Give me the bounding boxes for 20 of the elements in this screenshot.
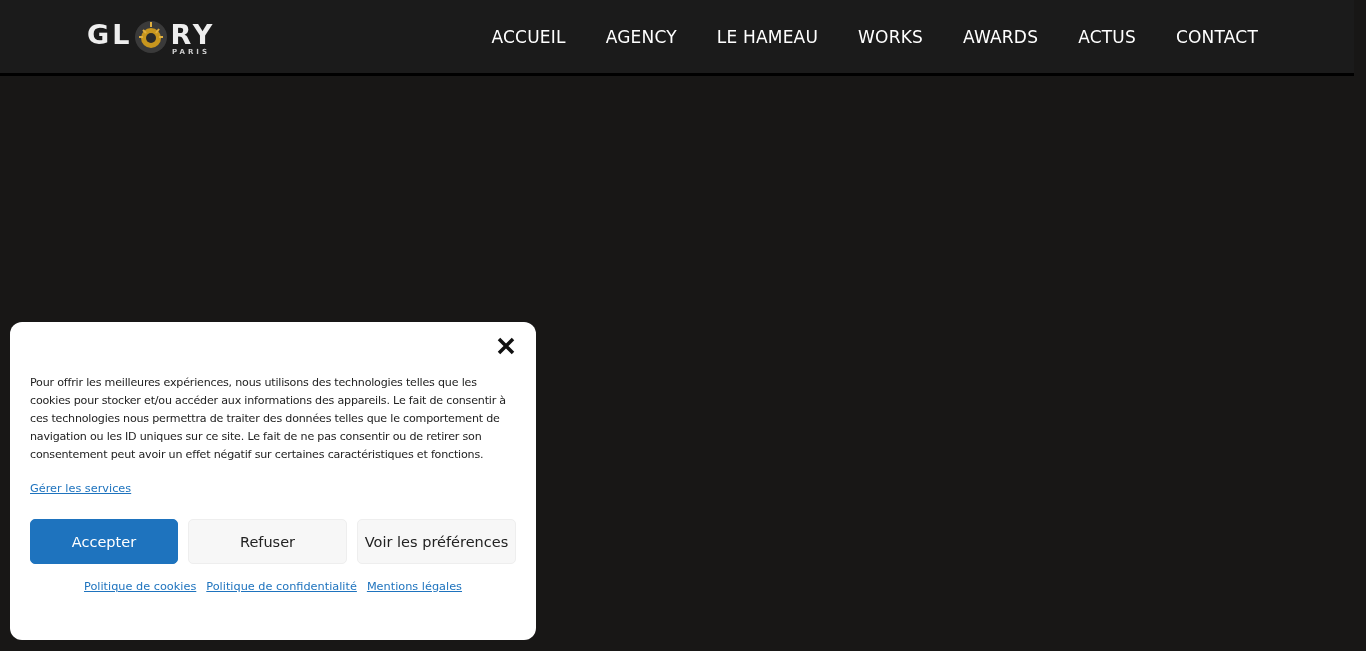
accept-button[interactable]: Accepter xyxy=(30,519,178,564)
consent-button[interactable]: Refuser xyxy=(188,519,347,564)
logo-text: GL xyxy=(87,19,133,50)
nav-link[interactable]: ACTUS xyxy=(1078,26,1136,47)
nav-link[interactable]: LE HAMEAU xyxy=(716,26,819,47)
manage-services-link[interactable]: Gérer les services xyxy=(30,482,132,495)
close-icon xyxy=(496,336,516,356)
golden-splash-icon xyxy=(134,19,169,54)
nav-link[interactable]: WORKS xyxy=(858,26,924,47)
logo-text: RY xyxy=(170,19,216,50)
policy-link[interactable]: Mentions légales xyxy=(366,580,462,593)
nav-link[interactable]: CONTACT xyxy=(1175,26,1258,47)
policy-link[interactable]: Politique de confidentialité xyxy=(206,580,357,593)
close-button[interactable] xyxy=(496,336,516,356)
consent-button[interactable]: Voir les préférences xyxy=(357,519,516,564)
nav-link[interactable]: ACCUEIL xyxy=(491,26,566,47)
policy-link[interactable]: Politique de cookies xyxy=(84,580,197,593)
consent-message: Pour offrir les meilleures expériences, nous utilisons des technologies telles que les cookies pour stocker et/ou accéder aux informations des appareils. Le fait de consentir à ces technologies nous permettra de traiter des données telles que le comportement de navigation ou les ID uniques sur ce site. Le fait de ne pas consentir ou de retirer son consentement peut avoir un effet négatif sur certaines caractéristiques et fonctions. xyxy=(30,375,507,463)
nav-link[interactable]: AWARDS xyxy=(963,26,1039,47)
nav-link[interactable]: AGENCY xyxy=(605,26,677,47)
